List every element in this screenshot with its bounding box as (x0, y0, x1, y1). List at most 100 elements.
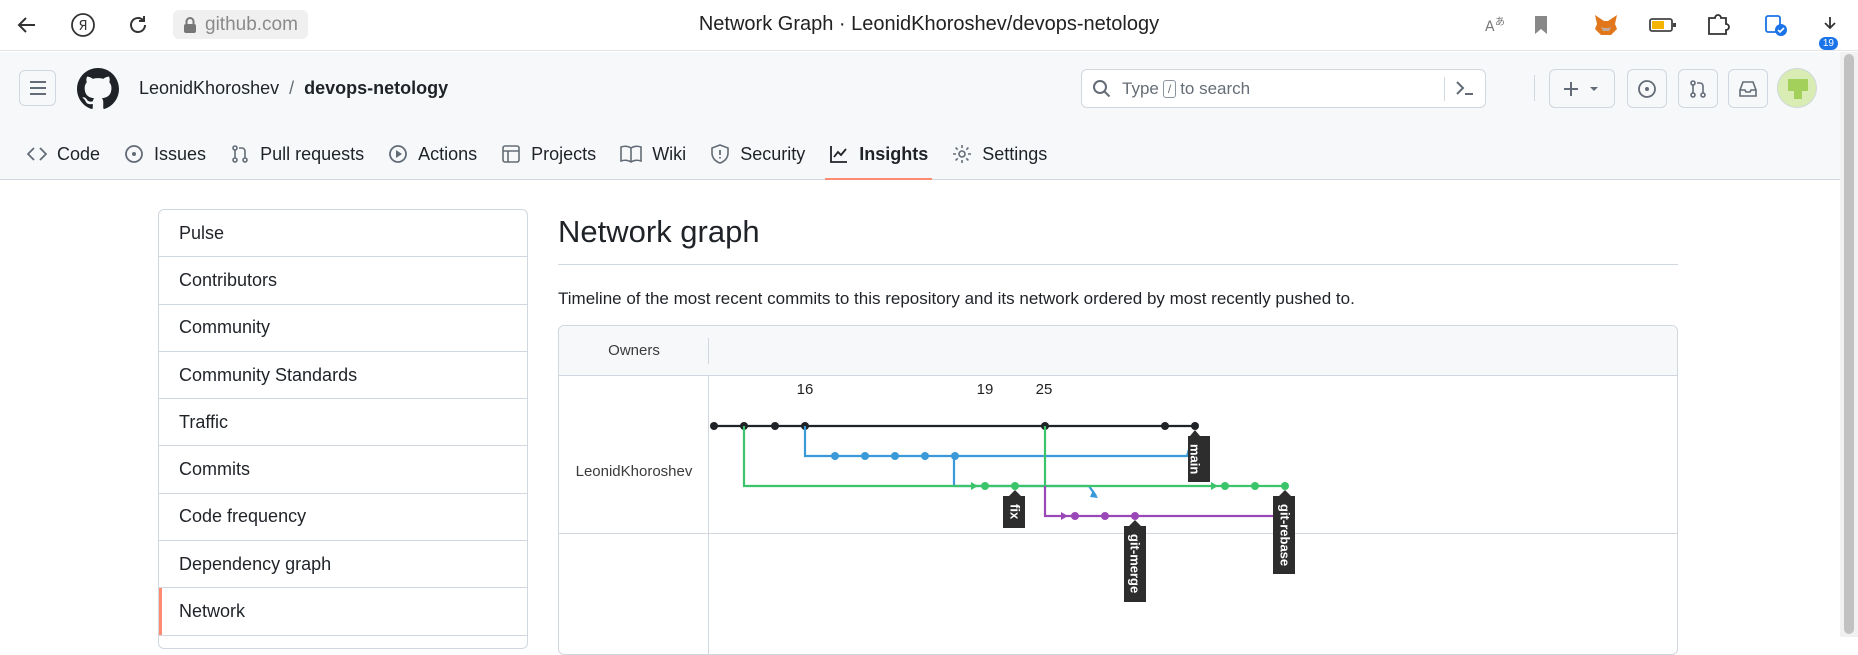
browser-toolbar: Я github.com Network Graph · LeonidKhoro… (0, 0, 1858, 51)
gear-icon (953, 145, 972, 163)
sidebar-item-label: Community Standards (179, 364, 358, 385)
issues-button[interactable] (1627, 69, 1667, 108)
page-title-tab: Network Graph · LeonidKhoroshev/devops-n… (698, 13, 1160, 35)
tab-code[interactable]: Code (15, 128, 112, 180)
pull-requests-button[interactable] (1678, 69, 1718, 108)
insights-sidebar: Pulse Contributors Community Community S… (158, 209, 528, 649)
svg-text:git-merge: git-merge (1128, 534, 1143, 593)
breadcrumb: LeonidKhoroshev / devops-netology (139, 78, 448, 99)
menu-button[interactable] (19, 70, 56, 106)
address-text: github.com (205, 13, 298, 35)
tab-settings-label: Settings (982, 143, 1048, 164)
network-graph[interactable]: Owners LeonidKhoroshev 16 19 25 main fix… (558, 325, 1678, 655)
network-graph-canvas[interactable]: 16 19 25 main fix git-merge git-rebase (559, 326, 1678, 655)
branch-tag-fix[interactable]: fix (1003, 490, 1025, 528)
branch-main-line (710, 422, 1199, 430)
tab-settings[interactable]: Settings (940, 128, 1059, 180)
svg-text:git-rebase: git-rebase (1278, 504, 1293, 566)
search-prefix: Type (1122, 78, 1159, 98)
inbox-icon (1739, 80, 1757, 97)
back-icon[interactable] (13, 11, 41, 39)
repo-link[interactable]: devops-netology (304, 78, 448, 99)
code-icon (27, 147, 47, 161)
translate-icon[interactable]: Aあ (1481, 11, 1509, 39)
sidebar-item-code-frequency[interactable]: Code frequency (159, 494, 527, 542)
sidebar-item-label: Code frequency (179, 506, 307, 527)
tab-code-label: Code (57, 143, 101, 164)
metamask-icon[interactable] (1592, 11, 1620, 39)
sidebar-item-label: Traffic (179, 411, 229, 432)
tab-pull-requests[interactable]: Pull requests (218, 128, 376, 180)
page-scrollbar[interactable] (1840, 52, 1858, 637)
issue-icon (125, 145, 143, 163)
tab-projects[interactable]: Projects (489, 128, 608, 180)
repo-nav: Code Issues Pull requests Actions Projec… (0, 128, 1059, 180)
puzzle-icon[interactable] (1704, 11, 1732, 39)
branch-tag-main[interactable]: main (1188, 430, 1210, 482)
sidebar-item-label: Pulse (179, 222, 225, 243)
sidebar-item-commits[interactable]: Commits (159, 446, 527, 494)
hamburger-icon (29, 81, 46, 95)
tab-security[interactable]: Security (698, 128, 817, 180)
yandex-icon[interactable]: Я (69, 11, 97, 39)
avatar[interactable] (1777, 68, 1817, 108)
sidebar-item-label: Community (179, 317, 271, 338)
tab-issues-label: Issues (154, 143, 207, 164)
branch-tag-git-rebase[interactable]: git-rebase (1273, 490, 1295, 574)
create-new-button[interactable] (1549, 69, 1615, 108)
battery-icon[interactable] (1649, 11, 1677, 39)
svg-text:fix: fix (1008, 504, 1023, 520)
shield-icon (711, 144, 729, 164)
page-description: Timeline of the most recent commits to t… (558, 289, 1355, 308)
tab-wiki-label: Wiki (652, 143, 687, 164)
search-shortcut-key: / (1162, 79, 1177, 98)
date-label: 16 (797, 381, 814, 398)
sidebar-item-label: Commits (179, 459, 250, 480)
breadcrumb-separator: / (289, 78, 295, 98)
svg-text:A: A (1485, 19, 1495, 35)
tab-actions-label: Actions (418, 143, 478, 164)
sidebar-item-pulse[interactable]: Pulse (159, 210, 527, 258)
graph-icon (830, 146, 848, 163)
table-icon (502, 145, 520, 163)
sidebar-item-label: Contributors (179, 269, 278, 290)
owner-link[interactable]: LeonidKhoroshev (139, 78, 279, 99)
svg-text:あ: あ (1495, 16, 1505, 28)
play-icon (389, 145, 408, 163)
page-title: Network graph (558, 214, 760, 249)
svg-text:Я: Я (78, 19, 87, 34)
tab-pull-requests-label: Pull requests (260, 143, 365, 164)
tab-insights-label: Insights (859, 143, 929, 164)
git-pull-request-icon (1690, 79, 1706, 98)
pull-request-icon (232, 145, 248, 163)
sidebar-item-community-standards[interactable]: Community Standards (159, 352, 527, 400)
tab-issues[interactable]: Issues (112, 128, 218, 180)
download-icon[interactable]: 19 (1816, 11, 1844, 50)
search-input[interactable]: Type / to search (1081, 69, 1486, 108)
sidebar-item-contributors[interactable]: Contributors (159, 257, 527, 305)
tab-wiki[interactable]: Wiki (608, 128, 698, 180)
bookmark-icon[interactable] (1527, 11, 1555, 39)
sidebar-item-label: Dependency graph (179, 553, 332, 574)
tab-projects-label: Projects (531, 143, 597, 164)
date-label: 25 (1036, 381, 1053, 398)
sidebar-item-label: Network (179, 601, 246, 622)
sidebar-item-dependency-graph[interactable]: Dependency graph (159, 541, 527, 589)
sidebar-item-community[interactable]: Community (159, 305, 527, 352)
tab-insights[interactable]: Insights (817, 128, 940, 180)
sidebar-item-network[interactable]: Network (159, 588, 527, 636)
reload-icon[interactable] (124, 11, 152, 39)
inbox-button[interactable] (1728, 69, 1768, 108)
branch-tag-git-merge[interactable]: git-merge (1124, 520, 1146, 602)
tab-actions[interactable]: Actions (376, 128, 489, 180)
branch-purple-line (1043, 486, 1285, 520)
github-logo-icon[interactable] (77, 68, 119, 110)
extension-check-icon[interactable] (1762, 11, 1790, 39)
command-palette-icon[interactable] (1455, 79, 1475, 102)
address-bar[interactable]: github.com (173, 10, 308, 39)
date-label: 19 (977, 381, 994, 398)
branch-blue-line (803, 426, 1196, 498)
sidebar-item-traffic[interactable]: Traffic (159, 399, 527, 447)
lock-icon (183, 16, 197, 40)
issue-opened-icon (1638, 79, 1656, 98)
